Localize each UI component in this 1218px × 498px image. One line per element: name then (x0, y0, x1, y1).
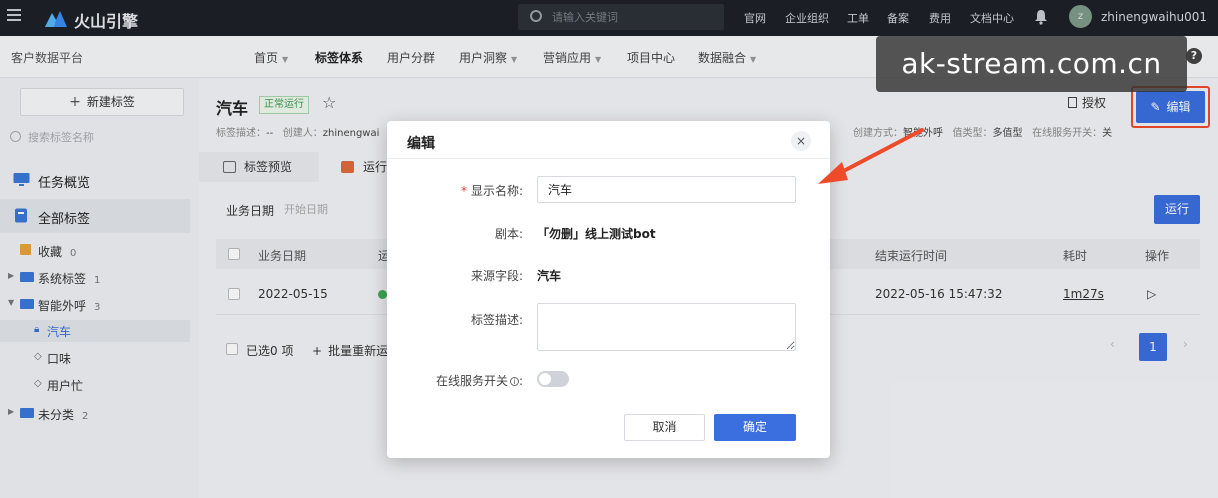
display-name-input[interactable] (537, 176, 796, 203)
modal-divider (387, 158, 830, 159)
tag-desc-textarea[interactable] (537, 303, 796, 351)
online-service-label-text: 在线服务开关 (435, 374, 508, 388)
annotation-arrow-icon (818, 128, 924, 184)
required-marker: * (460, 184, 467, 198)
toggle-knob (539, 373, 551, 385)
cancel-button[interactable]: 取消 (624, 414, 705, 441)
script-label: 剧本: (494, 227, 523, 241)
online-service-label: 在线服务开关 i: (435, 374, 523, 388)
close-icon[interactable]: × (791, 131, 811, 151)
display-name-label-text: 显示名称: (470, 184, 523, 198)
modal-title: 编辑 (407, 136, 435, 152)
source-field-value: 汽车 (537, 269, 562, 283)
tag-desc-label: 标签描述: (470, 313, 523, 327)
watermark: ak-stream.com.cn (876, 36, 1187, 92)
source-field-label: 来源字段: (470, 269, 523, 283)
online-service-toggle[interactable] (537, 371, 569, 387)
confirm-button[interactable]: 确定 (714, 414, 796, 441)
info-icon[interactable]: i (509, 377, 519, 386)
edit-modal: 编辑 × *显示名称: 剧本: 「勿删」线上测试bot 来源字段: 汽车 标签描… (387, 121, 830, 458)
script-value: 「勿删」线上测试bot (537, 227, 656, 241)
display-name-label: * 显示名称: (461, 182, 523, 199)
